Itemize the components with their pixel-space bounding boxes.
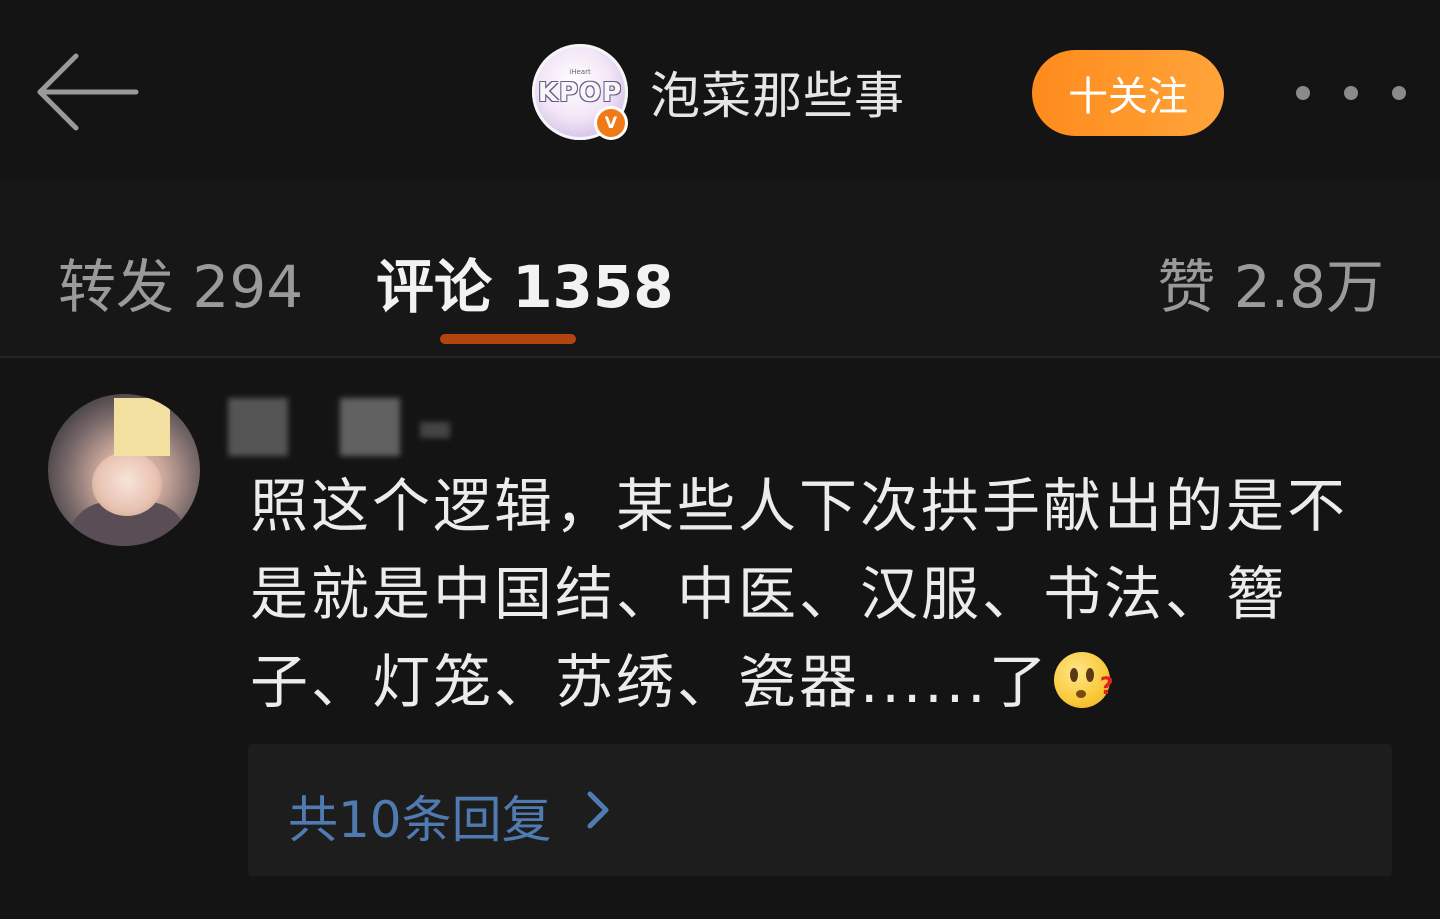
tab-bar: 转发 294 评论 1358 赞 2.8万 bbox=[0, 180, 1440, 358]
verified-badge-icon: V bbox=[594, 106, 628, 140]
account-header[interactable]: iHeart KPOP V 泡菜那些事 bbox=[532, 44, 905, 140]
tab-comment[interactable]: 评论 1358 bbox=[376, 240, 674, 324]
emoji-question-mark: ? bbox=[1099, 672, 1114, 700]
dot bbox=[1392, 86, 1406, 100]
avatar-mosaic bbox=[114, 398, 170, 456]
commenter-avatar[interactable] bbox=[48, 394, 200, 546]
avatar-face bbox=[92, 452, 162, 516]
top-bar: iHeart KPOP V 泡菜那些事 十关注 bbox=[0, 0, 1440, 180]
more-dots-icon[interactable] bbox=[1296, 78, 1406, 108]
account-name[interactable]: 泡菜那些事 bbox=[650, 56, 905, 128]
commenter-username[interactable] bbox=[228, 398, 458, 456]
avatar-logo-small-text: iHeart bbox=[569, 68, 591, 76]
chevron-right-icon bbox=[578, 786, 618, 834]
comment-item: 照这个逻辑，某些人下次拱手献出的是不是就是中国结、中医、汉服、书法、簪子、灯笼、… bbox=[0, 358, 1440, 919]
tab-like[interactable]: 赞 2.8万 bbox=[1157, 240, 1384, 324]
active-tab-indicator bbox=[440, 334, 576, 344]
account-avatar[interactable]: iHeart KPOP V bbox=[532, 44, 628, 140]
follow-button[interactable]: 十关注 bbox=[1032, 50, 1224, 136]
dot bbox=[1344, 86, 1358, 100]
view-replies-button[interactable]: 共10条回复 bbox=[248, 744, 1392, 876]
comment-text: 照这个逻辑，某些人下次拱手献出的是不是就是中国结、中医、汉服、书法、簪子、灯笼、… bbox=[250, 462, 1400, 726]
avatar-logo-text: KPOP bbox=[537, 78, 623, 108]
emoji-mouth bbox=[1075, 690, 1086, 698]
back-arrow-icon[interactable] bbox=[36, 50, 140, 134]
comment-body: 照这个逻辑，某些人下次拱手献出的是不是就是中国结、中医、汉服、书法、簪子、灯笼、… bbox=[250, 472, 1349, 716]
replies-label: 共10条回复 bbox=[288, 791, 552, 849]
confused-face-emoji-icon: ? bbox=[1053, 652, 1114, 708]
dot bbox=[1296, 86, 1310, 100]
tab-repost[interactable]: 转发 294 bbox=[58, 240, 303, 324]
